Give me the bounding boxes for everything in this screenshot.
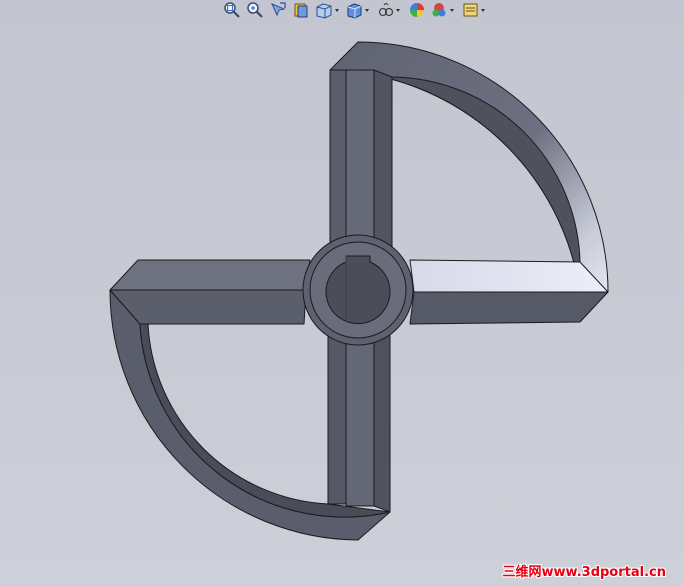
horizontal-arm-left-top [109, 259, 311, 291]
vertical-arm-top-face [329, 69, 347, 261]
vertical-arm-bottom-side [373, 329, 391, 513]
vertical-arm-bottom-front [345, 329, 375, 507]
vertical-arm-bottom-face [327, 329, 347, 505]
vertical-arm-top-front [345, 69, 375, 261]
horizontal-arm-right-front [409, 291, 609, 325]
graphics-area[interactable]: 三维网www.3dportal.cn [0, 0, 684, 586]
horizontal-arm-right-top [409, 259, 609, 293]
vertical-arm-top-side [373, 69, 393, 261]
agitator-blade-model[interactable] [0, 0, 684, 586]
horizontal-arm-left-front [109, 289, 307, 325]
site-watermark: 三维网www.3dportal.cn [502, 565, 666, 580]
